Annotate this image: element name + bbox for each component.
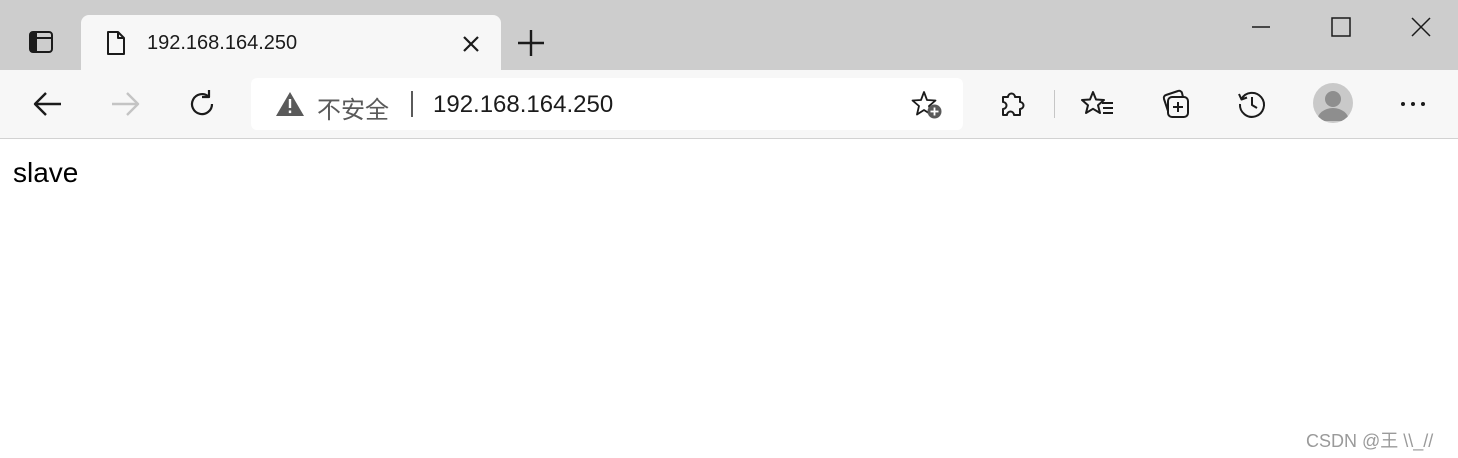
security-label[interactable]: 不安全 — [317, 90, 389, 125]
new-tab-button[interactable] — [514, 26, 548, 60]
address-bar[interactable]: 不安全 192.168.164.250 — [251, 78, 963, 130]
favorites-icon — [1081, 91, 1113, 114]
forward-button[interactable] — [105, 84, 145, 124]
title-bar: 192.168.164.250 — [0, 0, 1458, 71]
more-button[interactable] — [1393, 84, 1433, 124]
page-icon — [107, 31, 125, 55]
favorites-button[interactable] — [1078, 84, 1118, 124]
active-tab[interactable]: 192.168.164.250 — [81, 15, 501, 71]
forward-arrow-icon — [112, 92, 140, 116]
page-body-text: slave — [13, 157, 79, 188]
address-divider — [411, 91, 413, 117]
profile-icon — [1317, 91, 1349, 121]
tab-actions-icon — [29, 31, 53, 53]
toolbar: 不安全 192.168.164.250 — [0, 70, 1458, 139]
maximize-icon[interactable] — [1324, 10, 1358, 44]
puzzle-icon — [1002, 92, 1025, 116]
tab-actions-button[interactable] — [14, 23, 68, 61]
window-close-icon[interactable] — [1404, 10, 1438, 44]
back-button[interactable] — [28, 84, 68, 124]
close-icon[interactable] — [459, 32, 483, 56]
refresh-icon — [190, 90, 214, 116]
collections-icon — [1162, 89, 1189, 118]
toolbar-divider — [1054, 90, 1055, 118]
watermark: CSDN @王 \\_// — [1306, 431, 1434, 451]
minimize-icon[interactable] — [1244, 10, 1278, 44]
collections-button[interactable] — [1155, 84, 1195, 124]
warning-icon[interactable] — [275, 91, 305, 117]
history-button[interactable] — [1232, 84, 1272, 124]
refresh-button[interactable] — [182, 84, 222, 124]
tab-title: 192.168.164.250 — [147, 32, 298, 54]
history-icon — [1238, 91, 1265, 118]
more-icon — [1401, 102, 1425, 106]
extensions-button[interactable] — [992, 84, 1032, 124]
back-arrow-icon — [33, 92, 61, 116]
url-text[interactable]: 192.168.164.250 — [433, 91, 613, 119]
avatar[interactable] — [1313, 83, 1353, 123]
star-plus-icon[interactable] — [911, 90, 943, 120]
